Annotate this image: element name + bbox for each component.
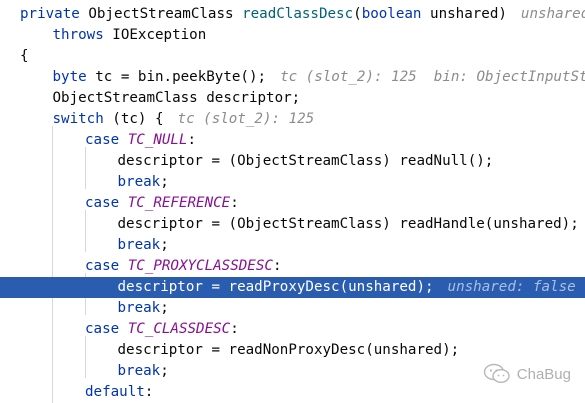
wechat-icon bbox=[483, 363, 510, 384]
code-text: private ObjectStreamClass readClassDesc(… bbox=[20, 4, 585, 25]
code-line[interactable]: case TC_REFERENCE: bbox=[0, 193, 585, 214]
keyword-token: throws bbox=[52, 27, 113, 43]
code-token: : bbox=[272, 258, 282, 274]
code-token: descriptor = (ObjectStreamClass) readNul… bbox=[117, 153, 494, 169]
code-text: case TC_PROXYCLASSDESC: bbox=[85, 256, 281, 277]
code-line[interactable]: { bbox=[0, 46, 585, 67]
code-line[interactable]: descriptor = (ObjectStreamClass) readNul… bbox=[0, 151, 585, 172]
code-token: ObjectStreamClass descriptor; bbox=[52, 90, 301, 106]
code-text: case TC_REFERENCE: bbox=[85, 193, 239, 214]
code-token: { bbox=[20, 48, 29, 64]
code-line[interactable]: switch (tc) { tc (slot_2): 125 bbox=[0, 109, 585, 130]
code-text: { bbox=[20, 46, 29, 67]
code-token: : bbox=[230, 195, 239, 211]
code-text: case TC_CLASSDESC: bbox=[85, 319, 239, 340]
code-line[interactable]: break; bbox=[0, 298, 585, 319]
code-line[interactable]: descriptor = (ObjectStreamClass) readHan… bbox=[0, 214, 585, 235]
code-token: descriptor = readNonProxyDesc(unshared); bbox=[117, 342, 460, 358]
watermark: ChaBug bbox=[483, 363, 571, 385]
inline-debug-value: tc (slot_2): 125 bin: ObjectInputStream bbox=[280, 69, 585, 85]
code-line[interactable]: case TC_PROXYCLASSDESC: bbox=[0, 256, 585, 277]
code-text: ObjectStreamClass descriptor; bbox=[53, 88, 301, 109]
code-token: descriptor = readProxyDesc(unshared); bbox=[117, 279, 434, 295]
keyword-token: break bbox=[117, 174, 161, 190]
code-line[interactable]: byte tc = bin.peekByte(); tc (slot_2): 12… bbox=[0, 67, 585, 88]
code-token: ( bbox=[353, 6, 362, 22]
code-text: byte tc = bin.peekByte(); tc (slot_2): 12… bbox=[53, 67, 585, 88]
code-token: ; bbox=[160, 174, 169, 190]
keyword-token: boolean bbox=[361, 6, 431, 22]
code-token: ; bbox=[160, 363, 169, 379]
code-text: break; bbox=[118, 235, 169, 256]
keyword-token: case bbox=[85, 132, 128, 148]
method-token: readClassDesc bbox=[242, 6, 354, 22]
code-text: descriptor = readNonProxyDesc(unshared); bbox=[118, 340, 460, 361]
keyword-token: case bbox=[85, 258, 128, 274]
keyword-token: break bbox=[117, 237, 161, 253]
code-line-current[interactable]: descriptor = readProxyDesc(unshared); uns… bbox=[0, 277, 585, 298]
code-text: throws IOException bbox=[53, 25, 207, 46]
code-line[interactable]: case TC_CLASSDESC: bbox=[0, 319, 585, 340]
code-token: ; bbox=[160, 300, 169, 316]
code-text: break; bbox=[118, 298, 169, 319]
code-text: descriptor = (ObjectStreamClass) readHan… bbox=[118, 214, 579, 235]
inline-debug-value: tc (slot_2): 125 bbox=[177, 111, 315, 127]
code-line[interactable]: throws IOException bbox=[0, 25, 585, 46]
watermark-text: ChaBug bbox=[516, 365, 571, 383]
constant-token: TC_CLASSDESC bbox=[127, 321, 231, 337]
code-token: ; bbox=[160, 237, 169, 253]
code-text: descriptor = (ObjectStreamClass) readNul… bbox=[118, 151, 494, 172]
code-token: unshared) bbox=[430, 6, 507, 22]
keyword-token: byte bbox=[52, 69, 96, 85]
code-token: descriptor = (ObjectStreamClass) readHan… bbox=[117, 216, 579, 232]
constant-token: TC_NULL bbox=[127, 132, 188, 148]
inline-debug-value: unshared: false bbox=[447, 279, 576, 295]
code-text: descriptor = readProxyDesc(unshared); uns… bbox=[118, 277, 576, 298]
code-line[interactable]: private ObjectStreamClass readClassDesc(… bbox=[0, 4, 585, 25]
code-token: : bbox=[187, 132, 197, 148]
code-line[interactable]: case TC_NULL: bbox=[0, 130, 585, 151]
code-text: break; bbox=[118, 361, 169, 382]
keyword-token: case bbox=[85, 321, 128, 337]
code-line[interactable]: break; bbox=[0, 235, 585, 256]
constant-token: TC_PROXYCLASSDESC bbox=[127, 258, 273, 274]
code-token: (tc) { bbox=[112, 111, 164, 127]
code-line[interactable]: default: bbox=[0, 382, 585, 403]
code-line[interactable]: break; bbox=[0, 172, 585, 193]
constant-token: TC_REFERENCE bbox=[127, 195, 231, 211]
code-token: tc = bin.peekByte(); bbox=[95, 69, 267, 85]
code-token: : bbox=[230, 321, 239, 337]
keyword-token: private bbox=[20, 6, 89, 22]
code-editor[interactable]: private ObjectStreamClass readClassDesc(… bbox=[0, 0, 585, 403]
code-token: ObjectStreamClass bbox=[88, 6, 243, 22]
code-line[interactable]: descriptor = readNonProxyDesc(unshared); bbox=[0, 340, 585, 361]
code-text: break; bbox=[118, 172, 169, 193]
code-token: IOException bbox=[112, 27, 207, 43]
code-text: default: bbox=[85, 382, 153, 403]
inline-debug-value: unshared: fa bbox=[520, 6, 585, 22]
code-text: case TC_NULL: bbox=[85, 130, 196, 151]
code-text: switch (tc) { tc (slot_2): 125 bbox=[53, 109, 315, 130]
keyword-token: break bbox=[117, 363, 161, 379]
code-line[interactable]: ObjectStreamClass descriptor; bbox=[0, 88, 585, 109]
keyword-token: case bbox=[85, 195, 128, 211]
keyword-token: break bbox=[117, 300, 161, 316]
code-token: : bbox=[144, 384, 154, 400]
keyword-token: default bbox=[85, 384, 145, 400]
keyword-token: switch bbox=[52, 111, 113, 127]
